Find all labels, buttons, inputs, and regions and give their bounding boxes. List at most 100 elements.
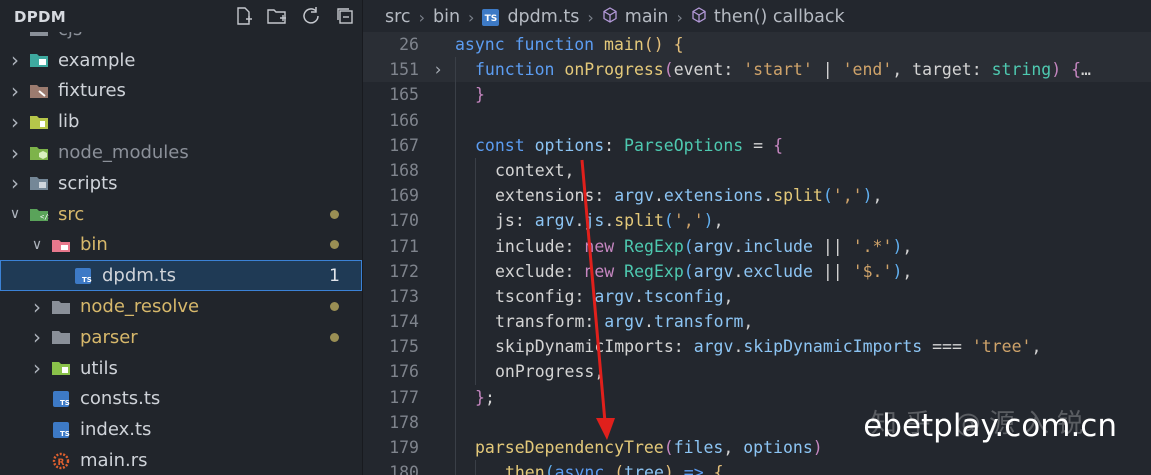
file-tree-item-label: lib	[58, 111, 80, 133]
chevron-right-icon: ›	[11, 140, 19, 165]
file-tree-item[interactable]: TS index.ts	[0, 414, 362, 445]
code-token: include:	[495, 236, 585, 256]
file-tree-item-label: main.rs	[80, 450, 148, 472]
code-text: context,	[495, 158, 574, 183]
code-line[interactable]: 176 onProgress,	[363, 359, 1151, 385]
code-token: context,	[495, 160, 575, 180]
file-tree: cjs›example›fixtures›lib›node_modules›sc…	[0, 14, 362, 475]
refresh-icon[interactable]	[300, 5, 322, 27]
code-token: ParseOptions	[624, 135, 744, 155]
code-line[interactable]: 180 .then(async (tree) => {	[363, 460, 1151, 475]
code-token: {	[1071, 60, 1082, 80]
code-token: (	[544, 463, 555, 475]
code-token: RegExp	[624, 236, 684, 256]
code-token: onProgress	[564, 60, 664, 80]
code-text: js: argv.js.split(','),	[495, 208, 724, 233]
code-token: string	[991, 60, 1052, 80]
code-token: include	[743, 236, 813, 256]
indent-guide	[455, 409, 456, 435]
code-token: skipDynamicImports:	[495, 337, 694, 357]
chevron-right-icon: ›	[11, 171, 19, 196]
chevron-right-icon: ›	[11, 78, 19, 103]
code-text: transform: argv.transform,	[495, 309, 753, 334]
code-token: (	[663, 438, 674, 457]
collapse-all-icon[interactable]	[334, 5, 356, 27]
fold-chevron-icon[interactable]: ›	[433, 57, 443, 82]
line-number: 26	[399, 35, 419, 54]
file-tree-item[interactable]: › node_resolve	[0, 291, 362, 322]
file-tree-item[interactable]: › node_modules	[0, 137, 362, 168]
code-line[interactable]: 170 js: argv.js.split(','),	[363, 208, 1151, 234]
code-line[interactable]: 174 transform: argv.transform,	[363, 309, 1151, 335]
chevron-right-icon: ›	[676, 7, 683, 27]
code-token: '$.'	[852, 261, 893, 281]
code-line[interactable]: 171 include: new RegExp(argv.include || '…	[363, 233, 1151, 259]
code-token: .	[574, 211, 585, 231]
file-tree-item[interactable]: › fixtures	[0, 76, 362, 107]
indent-guide	[455, 309, 456, 335]
code-line[interactable]: 151 › function onProgress(event: 'start' |…	[363, 57, 1151, 83]
breadcrumb-file[interactable]: dpdm.ts	[507, 7, 579, 27]
code-line[interactable]: 173 tsconfig: argv.tsconfig,	[363, 283, 1151, 310]
indent-guide	[475, 359, 476, 385]
folder-src-icon: </>	[28, 206, 50, 222]
code-token: tree	[624, 463, 664, 475]
folder-icon	[50, 329, 72, 345]
watermark: ebetplay.com.cn	[863, 408, 1117, 444]
code-token: '.*'	[852, 236, 893, 256]
file-tree-item-label: parser	[80, 326, 138, 348]
code-token: const	[475, 135, 535, 155]
indent-guide	[455, 334, 456, 360]
code-token: argv	[614, 186, 654, 206]
code-token: .	[733, 337, 744, 357]
chevron-right-icon: ›	[33, 294, 41, 319]
code-text: const options: ParseOptions = {	[475, 133, 783, 158]
explorer-sidebar: cjs›example›fixtures›lib›node_modules›sc…	[0, 0, 363, 475]
code-text: extensions: argv.extensions.split(','),	[495, 183, 882, 208]
file-tree-item[interactable]: › lib	[0, 106, 362, 137]
code-line[interactable]: 168 context,	[363, 157, 1151, 184]
code-line[interactable]: 26 async function main() {	[363, 32, 1151, 58]
folder-scripts-icon	[28, 175, 50, 191]
svg-text:</>: </>	[40, 213, 49, 221]
breadcrumb-bin[interactable]: bin	[433, 7, 460, 27]
indent-guide	[455, 107, 456, 133]
new-file-icon[interactable]	[232, 5, 254, 27]
code-token: ','	[673, 211, 704, 231]
file-tree-item[interactable]: › utils	[0, 353, 362, 384]
code-line[interactable]: 169 extensions: argv.extensions.split(','…	[363, 183, 1151, 209]
file-tree-item-label: node_resolve	[80, 296, 200, 318]
indent-guide	[455, 258, 456, 284]
svg-text:TS: TS	[60, 399, 70, 407]
code-line[interactable]: 167 const options: ParseOptions = {	[363, 132, 1151, 158]
code-line[interactable]: 165}	[363, 82, 1151, 108]
code-token: onProgress,	[495, 362, 605, 382]
breadcrumb-callback[interactable]: then() callback	[714, 7, 845, 27]
file-tree-item[interactable]: ∨ </> src	[0, 199, 362, 230]
chevron-right-icon: ›	[11, 48, 19, 73]
explorer-title: DPDM	[14, 8, 67, 26]
file-tree-item-label: node_modules	[58, 142, 189, 164]
new-folder-icon[interactable]	[266, 5, 288, 27]
code-token: )	[703, 211, 714, 231]
typescript-file-icon: TS	[72, 267, 94, 284]
code-token: ||	[812, 236, 853, 256]
file-tree-item[interactable]: TS dpdm.ts 1	[0, 260, 362, 292]
code-line[interactable]: 166	[363, 107, 1151, 133]
file-tree-item[interactable]: Rmain.rs	[0, 445, 362, 475]
code-line[interactable]: 172 exclude: new RegExp(argv.exclude || '…	[363, 258, 1151, 284]
file-tree-item[interactable]: › parser	[0, 322, 362, 353]
file-tree-item[interactable]: TS consts.ts	[0, 384, 362, 415]
breadcrumb-main[interactable]: main	[625, 7, 669, 27]
code-token: argv	[693, 337, 734, 357]
folder-lib-icon	[28, 114, 50, 130]
chevron-right-icon: ›	[418, 7, 425, 27]
indent-guide	[475, 157, 476, 184]
folder-node-icon	[28, 145, 50, 161]
file-tree-item[interactable]: ∨ bin	[0, 230, 362, 261]
file-tree-item[interactable]: › example	[0, 45, 362, 76]
file-tree-item[interactable]: › scripts	[0, 168, 362, 199]
code-line[interactable]: 175 skipDynamicImports: argv.skipDynamicI…	[363, 334, 1151, 360]
breadcrumb-src[interactable]: src	[385, 7, 411, 27]
